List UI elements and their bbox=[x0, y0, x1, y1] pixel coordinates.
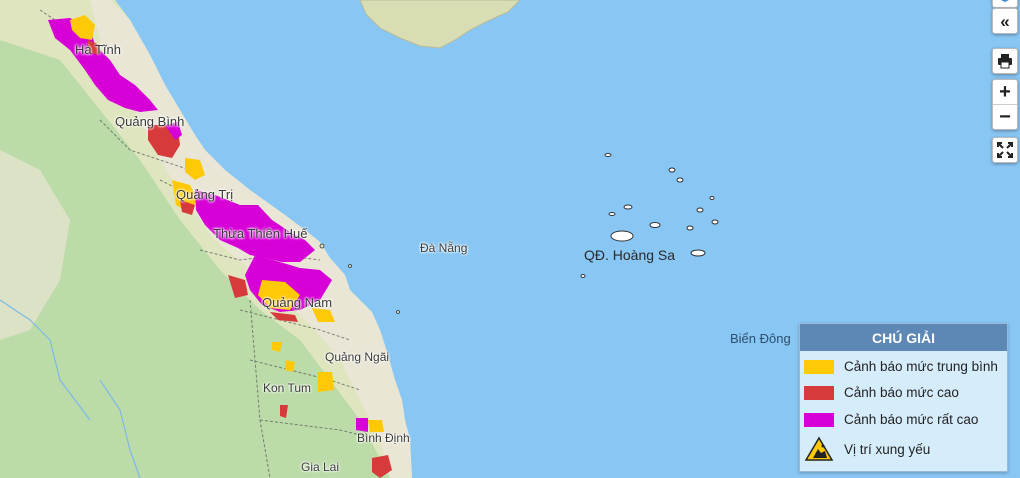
hainan-island bbox=[359, 0, 521, 49]
label-binh-dinh: Bình Định bbox=[357, 431, 410, 445]
label-quang-nam: Quảng Nam bbox=[262, 295, 333, 310]
legend-swatch-high bbox=[804, 385, 834, 400]
legend-label-very-high: Cảnh báo mức rất cao bbox=[844, 412, 979, 427]
legend-label-vulnerable: Vị trí xung yếu bbox=[844, 441, 931, 457]
label-thua-thien-hue: Thừa Thiên Huế bbox=[213, 226, 308, 241]
map-legend: CHÚ GIẢI Cảnh báo mức trung bình Cảnh bá… bbox=[799, 323, 1008, 472]
map-view[interactable]: Hà Tĩnh Quảng Bình Quảng Trị Thừa Thiên … bbox=[0, 0, 1020, 478]
layers-icon bbox=[1001, 0, 1009, 2]
legend-item-very-high: Cảnh báo mức rất cao bbox=[804, 412, 978, 427]
label-quang-tri: Quảng Trị bbox=[176, 187, 234, 202]
fullscreen-button[interactable] bbox=[992, 137, 1018, 163]
printer-icon bbox=[998, 54, 1012, 69]
chevrons-left-icon: « bbox=[1000, 11, 1010, 31]
legend-item-medium: Cảnh báo mức trung bình bbox=[804, 359, 998, 374]
layers-button[interactable] bbox=[992, 0, 1018, 8]
legend-label-high: Cảnh báo mức cao bbox=[844, 385, 959, 400]
zoom-in-button[interactable]: + bbox=[993, 80, 1017, 104]
legend-label-medium: Cảnh báo mức trung bình bbox=[844, 359, 998, 374]
label-da-nang: Đà Nẵng bbox=[420, 241, 468, 255]
legend-item-vulnerable: Vị trí xung yếu bbox=[804, 436, 930, 462]
label-gia-lai: Gia Lai bbox=[301, 460, 340, 474]
zoom-control: + − bbox=[992, 79, 1018, 130]
landslide-warning-icon bbox=[804, 436, 834, 462]
print-button[interactable] bbox=[992, 48, 1018, 74]
collapse-panel-button[interactable]: « bbox=[992, 8, 1018, 34]
expand-icon bbox=[997, 142, 1013, 158]
zoom-out-button[interactable]: − bbox=[993, 104, 1017, 129]
label-quang-ngai: Quảng Ngãi bbox=[325, 350, 390, 364]
legend-item-high: Cảnh báo mức cao bbox=[804, 385, 959, 400]
label-bien-dong: Biển Đông bbox=[730, 331, 791, 346]
legend-swatch-medium bbox=[804, 359, 834, 374]
zone-very-high bbox=[356, 418, 368, 432]
zone-medium bbox=[318, 372, 334, 392]
label-hoang-sa: QĐ. Hoàng Sa bbox=[584, 247, 676, 263]
label-quang-binh: Quảng Bình bbox=[115, 114, 185, 129]
label-ha-tinh: Hà Tĩnh bbox=[75, 42, 122, 57]
legend-swatch-very-high bbox=[804, 412, 834, 427]
label-kon-tum: Kon Tum bbox=[263, 381, 312, 395]
legend-title: CHÚ GIẢI bbox=[800, 324, 1007, 351]
